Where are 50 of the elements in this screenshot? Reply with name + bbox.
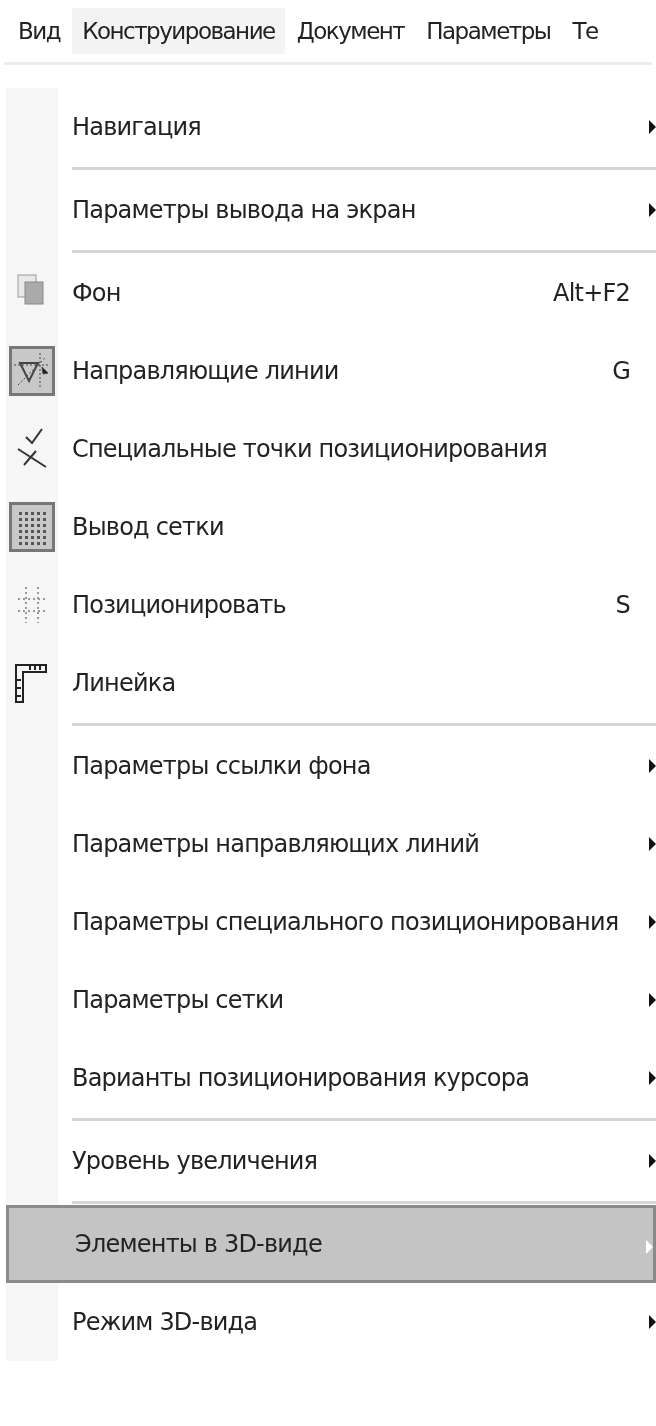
- submenu-arrow-icon: [649, 1071, 656, 1085]
- menu-item[interactable]: Фон Alt+F2: [6, 254, 656, 332]
- submenu-arrow-icon: [649, 915, 656, 929]
- menu-item[interactable]: Навигация: [6, 88, 656, 166]
- menu-item[interactable]: Режим 3D-вида: [6, 1283, 656, 1361]
- menu-item[interactable]: Варианты позиционирования курсора: [6, 1039, 656, 1117]
- menu-label: Специальные точки позиционирования: [72, 435, 547, 463]
- menu-label: Элементы в 3D-виде: [75, 1230, 322, 1258]
- menu-item[interactable]: Параметры ссылки фона: [6, 727, 656, 805]
- menu-label: Уровень увеличения: [72, 1147, 318, 1175]
- menu-item[interactable]: Уровень увеличения: [6, 1122, 656, 1200]
- submenu-arrow-icon: [649, 993, 656, 1007]
- menubar-item[interactable]: Документ: [286, 8, 415, 54]
- submenu-arrow-icon: [646, 1240, 653, 1254]
- menu-item[interactable]: Позиционировать S: [6, 566, 656, 644]
- submenu-arrow-icon: [649, 1154, 656, 1168]
- shortcut-text: S: [615, 591, 630, 619]
- menu-label: Параметры направляющих линий: [72, 830, 479, 858]
- menu-label: Параметры сетки: [72, 986, 284, 1014]
- menubar-item[interactable]: Параметры: [416, 8, 561, 54]
- submenu-arrow-icon: [649, 759, 656, 773]
- menu-label: Линейка: [72, 669, 176, 697]
- menubar-item[interactable]: Те: [562, 8, 608, 54]
- menu-label: Вывод сетки: [72, 513, 224, 541]
- menu-item[interactable]: Элементы в 3D-виде: [6, 1205, 656, 1283]
- submenu-arrow-icon: [649, 1315, 656, 1329]
- menu-item[interactable]: Параметры направляющих линий: [6, 805, 656, 883]
- menu-label: Фон: [72, 279, 121, 307]
- menu-label: Режим 3D-вида: [72, 1308, 258, 1336]
- menu-label: Параметры ссылки фона: [72, 752, 371, 780]
- shortcut-text: Alt+F2: [553, 279, 630, 307]
- menu-item[interactable]: Линейка: [6, 644, 656, 722]
- menu-item[interactable]: Параметры специального позиционирования: [6, 883, 656, 961]
- menu-item[interactable]: Параметры сетки: [6, 961, 656, 1039]
- menu-label: Параметры вывода на экран: [72, 196, 416, 224]
- shortcut-text: G: [612, 357, 630, 385]
- menu-item[interactable]: Специальные точки позиционирования: [6, 410, 656, 488]
- menu-label: Варианты позиционирования курсора: [72, 1064, 530, 1092]
- menubar-item[interactable]: Вид: [8, 8, 71, 54]
- menubar-item[interactable]: Конструирование: [72, 8, 285, 54]
- submenu-arrow-icon: [649, 203, 656, 217]
- menu-label: Позиционировать: [72, 591, 286, 619]
- menu-item[interactable]: Вывод сетки: [6, 488, 656, 566]
- menu-label: Параметры специального позиционирования: [72, 908, 619, 936]
- menu-label: Навигация: [72, 113, 201, 141]
- submenu-arrow-icon: [649, 120, 656, 134]
- menu-item[interactable]: Параметры вывода на экран: [6, 171, 656, 249]
- menu-label: Направляющие линии: [72, 357, 339, 385]
- menu-item[interactable]: Направляющие линии G: [6, 332, 656, 410]
- submenu-arrow-icon: [649, 837, 656, 851]
